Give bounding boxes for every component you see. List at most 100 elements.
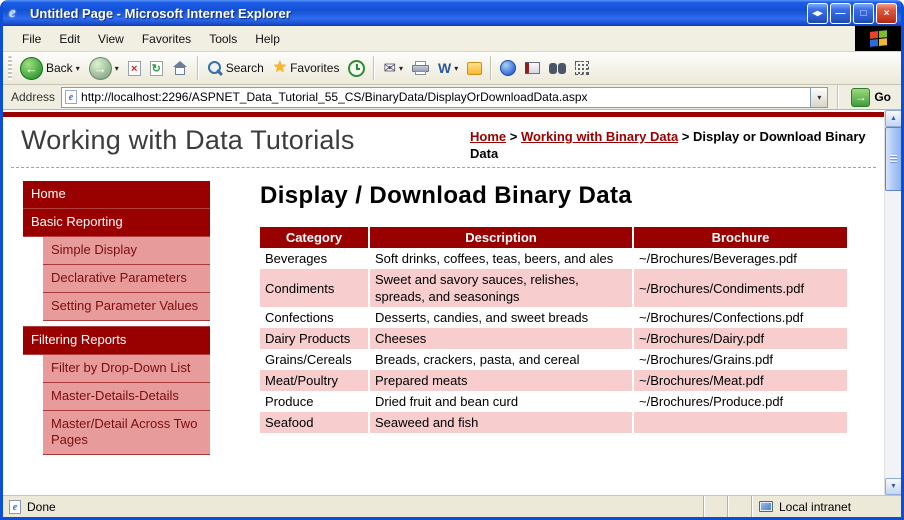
browser-window: e Untitled Page - Microsoft Internet Exp… [0, 0, 904, 520]
sidebar-item[interactable]: Home [23, 181, 210, 209]
standard-toolbar: ← Back ▾ → ▾ × ↻ Search ★ Favorites [3, 52, 901, 85]
table-cell: Desserts, candies, and sweet breads [370, 307, 632, 328]
forward-button[interactable]: → ▾ [85, 55, 123, 82]
throbber [855, 26, 901, 51]
table-cell: Condiments [260, 269, 368, 307]
mail-dropdown-icon[interactable]: ▾ [399, 64, 403, 73]
back-button[interactable]: ← Back ▾ [16, 55, 84, 82]
word-dropdown-icon[interactable]: ▾ [454, 64, 458, 73]
sidebar-item[interactable]: Master-Details-Details [43, 383, 210, 411]
print-button[interactable] [408, 59, 433, 78]
scrollbar-thumb[interactable] [885, 127, 902, 191]
maximize-button[interactable]: □ [853, 3, 874, 24]
status-spacer-pane [703, 496, 727, 517]
messenger-button[interactable] [496, 58, 520, 78]
security-zone-pane: Local intranet [751, 496, 901, 517]
table-row: ProduceDried fruit and bean curd~/Brochu… [260, 391, 847, 412]
menu-items: FileEditViewFavoritesToolsHelp [3, 26, 855, 51]
menu-tools[interactable]: Tools [200, 28, 246, 50]
page-title: Display / Download Binary Data [260, 182, 851, 210]
history-button[interactable] [344, 58, 369, 79]
scroll-down-button[interactable]: ▼ [885, 478, 902, 495]
table-row: Grains/CerealsBreads, crackers, pasta, a… [260, 349, 847, 370]
minimize-button[interactable]: — [830, 3, 851, 24]
sidebar-item[interactable]: Master/Detail Across Two Pages [43, 411, 210, 455]
home-icon [172, 60, 189, 76]
back-dropdown-icon[interactable]: ▾ [76, 64, 80, 73]
history-icon [348, 60, 365, 77]
research-button[interactable] [521, 60, 544, 76]
forward-dropdown-icon[interactable]: ▾ [115, 64, 119, 73]
status-pane: e Done [3, 496, 703, 517]
sidebar-item[interactable]: Basic Reporting [23, 209, 210, 237]
sidebar-item[interactable]: Declarative Parameters [43, 265, 210, 293]
toolbar-grip[interactable] [8, 56, 12, 80]
go-button[interactable]: → Go [848, 88, 898, 107]
stop-icon: × [128, 61, 141, 76]
globe-icon [500, 60, 516, 76]
breadcrumb-link[interactable]: Working with Binary Data [521, 129, 678, 144]
table-row: Dairy ProductsCheeses~/Brochures/Dairy.p… [260, 328, 847, 349]
browser-viewport: Working with Data Tutorials Home > Worki… [3, 110, 901, 495]
discuss-button[interactable] [463, 60, 486, 77]
search-button[interactable]: Search [203, 58, 268, 78]
table-cell: Breads, crackers, pasta, and cereal [370, 349, 632, 370]
window-controls: ◂▸ — □ × [807, 3, 897, 24]
table-cell [634, 412, 847, 433]
close-button[interactable]: × [876, 3, 897, 24]
address-url[interactable]: http://localhost:2296/ASPNET_Data_Tutori… [81, 90, 810, 104]
table-cell: Seaweed and fish [370, 412, 632, 433]
menu-view[interactable]: View [89, 28, 133, 50]
status-bar: e Done Local intranet [3, 495, 901, 517]
table-row: ConfectionsDesserts, candies, and sweet … [260, 307, 847, 328]
sidebar-item[interactable]: Setting Parameter Values [43, 293, 210, 321]
table-row: CondimentsSweet and savory sauces, relis… [260, 269, 847, 307]
menu-favorites[interactable]: Favorites [133, 28, 200, 50]
table-header-cell: Brochure [634, 227, 847, 248]
refresh-icon: ↻ [150, 61, 163, 76]
table-body: BeveragesSoft drinks, coffees, teas, bee… [260, 248, 847, 433]
page-header: Working with Data Tutorials Home > Worki… [3, 117, 884, 164]
table-cell: ~/Brochures/Dairy.pdf [634, 328, 847, 349]
home-button[interactable] [168, 58, 193, 78]
find-button[interactable] [545, 61, 570, 76]
window-title: Untitled Page - Microsoft Internet Explo… [30, 6, 807, 21]
title-bar[interactable]: e Untitled Page - Microsoft Internet Exp… [3, 0, 901, 26]
breadcrumb-link[interactable]: Home [470, 129, 506, 144]
capture-button[interactable] [571, 59, 593, 77]
stop-button[interactable]: × [124, 59, 145, 78]
status-text: Done [27, 500, 56, 514]
sidebar-item[interactable]: Simple Display [43, 237, 210, 265]
table-cell: Sweet and savory sauces, relishes, sprea… [370, 269, 632, 307]
sidebar-item[interactable]: Filter by Drop-Down List [43, 355, 210, 383]
print-icon [412, 61, 429, 76]
table-cell: ~/Brochures/Condiments.pdf [634, 269, 847, 307]
table-row: BeveragesSoft drinks, coffees, teas, bee… [260, 248, 847, 269]
address-input[interactable]: e http://localhost:2296/ASPNET_Data_Tuto… [61, 87, 828, 108]
table-header-cell: Category [260, 227, 368, 248]
address-bar: Address e http://localhost:2296/ASPNET_D… [3, 85, 901, 110]
favorites-button[interactable]: ★ Favorites [269, 58, 344, 78]
vertical-scrollbar[interactable]: ▲ ▼ [884, 110, 901, 495]
edit-with-word-button[interactable]: W ▾ [434, 58, 462, 78]
menu-file[interactable]: File [13, 28, 50, 50]
scroll-up-button[interactable]: ▲ [885, 110, 902, 127]
menu-help[interactable]: Help [246, 28, 289, 50]
table-cell: ~/Brochures/Produce.pdf [634, 391, 847, 412]
discuss-icon [467, 62, 482, 75]
sidebar-item[interactable]: Filtering Reports [23, 326, 210, 355]
address-dropdown-button[interactable]: ▾ [810, 88, 827, 107]
site-title: Working with Data Tutorials [21, 125, 355, 162]
local-intranet-icon [759, 501, 773, 512]
binoculars-icon [549, 63, 566, 74]
categories-table: CategoryDescriptionBrochure BeveragesSof… [258, 227, 849, 433]
table-cell: Dried fruit and bean curd [370, 391, 632, 412]
menu-edit[interactable]: Edit [50, 28, 89, 50]
table-cell: ~/Brochures/Beverages.pdf [634, 248, 847, 269]
table-cell: ~/Brochures/Grains.pdf [634, 349, 847, 370]
mail-button[interactable]: ✉ ▾ [379, 57, 407, 79]
refresh-button[interactable]: ↻ [146, 59, 167, 78]
resize-button[interactable]: ◂▸ [807, 3, 828, 24]
back-icon: ← [20, 57, 43, 80]
search-icon [207, 60, 223, 76]
